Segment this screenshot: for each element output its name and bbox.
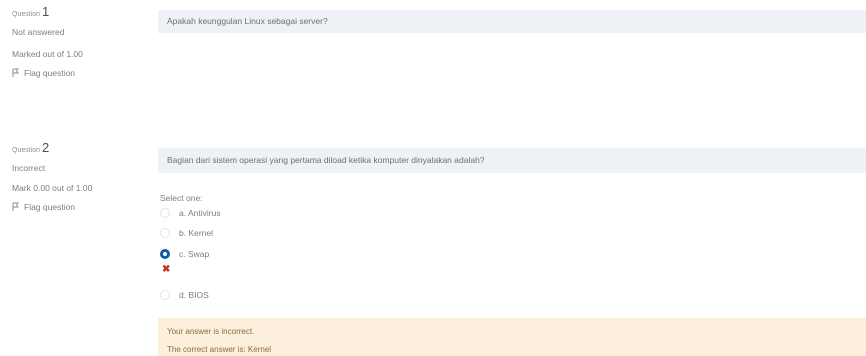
answer-feedback: Your answer is incorrect. The correct an…: [158, 318, 866, 356]
option-d[interactable]: d. BIOS: [160, 288, 209, 302]
option-b-label: b. Kernel: [179, 228, 214, 238]
question-2-number: Question 2: [12, 140, 142, 157]
question-number: 2: [42, 140, 50, 155]
option-d-radio[interactable]: [160, 290, 170, 300]
option-c[interactable]: c. Swap: [160, 247, 209, 261]
question-2-info: Question 2 Incorrect Mark 0.00 out of 1.0…: [12, 140, 142, 213]
flag-icon: [12, 68, 19, 77]
feedback-correct-answer: The correct answer is: Kernel: [167, 345, 272, 354]
question-1-info: Question 1 Not answered Marked out of 1.0…: [12, 4, 142, 79]
option-d-label: d. BIOS: [179, 290, 209, 300]
option-a[interactable]: a. Antivirus: [160, 206, 221, 220]
option-b-radio[interactable]: [160, 228, 170, 238]
option-a-label: a. Antivirus: [179, 208, 221, 218]
question-label: Question: [12, 11, 41, 18]
feedback-incorrect: Your answer is incorrect.: [167, 327, 255, 336]
question-2-flag-button[interactable]: Flag question: [12, 201, 142, 213]
question-2-status: Incorrect: [12, 163, 46, 173]
flag-icon: [12, 202, 19, 211]
question-2-text-content: Bagian dari sistem operasi yang pertama …: [167, 155, 485, 165]
option-c-label: c. Swap: [179, 249, 210, 259]
question-1-text: Apakah keunggulan Linux sebagai server?: [158, 10, 866, 33]
option-a-radio[interactable]: [160, 208, 170, 218]
option-c-radio[interactable]: [160, 249, 170, 259]
question-1-flag-button[interactable]: Flag question: [12, 67, 142, 79]
question-label: Question: [12, 147, 41, 154]
question-1-text-content: Apakah keunggulan Linux sebagai server?: [167, 16, 328, 26]
incorrect-icon: ✖: [162, 264, 171, 275]
flag-label: Flag question: [24, 202, 76, 212]
question-1-number: Question 1: [12, 4, 142, 21]
question-2-marks: Mark 0.00 out of 1.00: [12, 183, 93, 193]
select-one-label: Select one:: [160, 193, 203, 203]
question-1-marks: Marked out of 1.00: [12, 49, 83, 59]
option-b[interactable]: b. Kernel: [160, 226, 213, 240]
flag-label: Flag question: [24, 68, 76, 78]
question-number: 1: [42, 4, 50, 19]
question-1-status: Not answered: [12, 27, 65, 37]
question-2-text: Bagian dari sistem operasi yang pertama …: [158, 148, 866, 173]
